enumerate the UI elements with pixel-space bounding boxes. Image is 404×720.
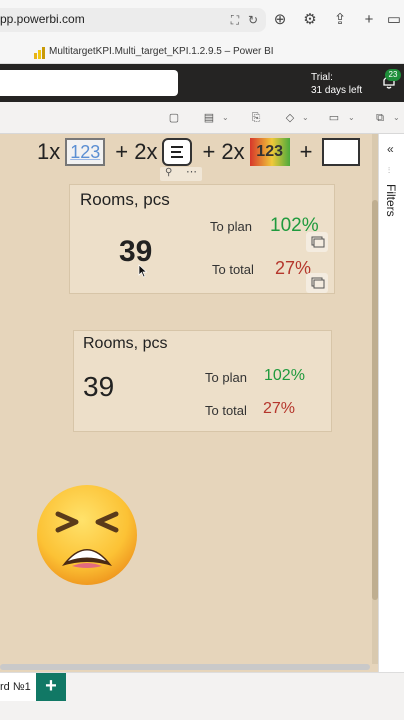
horizontal-scrollbar-thumb[interactable] [0, 664, 370, 670]
card-title: Rooms, pcs [83, 335, 168, 352]
chevron-down-icon[interactable]: ⌄ [302, 111, 310, 125]
to-total-value: 27% [263, 400, 296, 417]
translate-icon[interactable]: ⛶ [227, 12, 243, 28]
trial-label: Trial: [311, 72, 333, 83]
tab-bar: MultitargetKPI.Multi_target_KPI.1.2.9.5 … [0, 42, 404, 64]
card-main-value: 39 [83, 371, 115, 402]
card-title: Rooms, pcs [80, 190, 170, 209]
address-bar[interactable]: pp.powerbi.com ⛶ ↻ [0, 8, 266, 32]
shapes-icon[interactable]: ◇ [283, 111, 297, 125]
formula-term-4: + [299, 139, 313, 164]
settings-icon[interactable]: ⚙ [300, 10, 320, 30]
tab-title[interactable]: MultitargetKPI.Multi_target_KPI.1.2.9.5 … [49, 46, 274, 57]
gradient-visual-icon: 123 [249, 138, 290, 166]
to-plan-label: To plan [210, 219, 252, 234]
formula-term-3: + 2x [202, 139, 245, 164]
to-total-label: To total [205, 403, 247, 418]
new-tab-icon[interactable]: + [359, 10, 379, 30]
add-page-button[interactable]: + [36, 673, 66, 701]
trial-days: 31 days left [311, 85, 363, 96]
report-canvas[interactable]: 1x 123 + 2x + 2x 123 + ⚲ ⋯ Rooms, pcs 39… [0, 134, 372, 664]
formula-term-2: + 2x [115, 139, 158, 164]
filters-pane[interactable]: « ⫶ Filters [378, 134, 404, 672]
layout-icon[interactable]: ⧉ [373, 111, 387, 125]
app-header: Trial: 31 days left 23 [0, 64, 404, 102]
ribbon-toolbar: ▢ ▤ ⌄ ⎘ ◇ ⌄ ▭ ⌄ ⧉ ⌄ [0, 102, 404, 134]
address-text: pp.powerbi.com [0, 12, 85, 26]
comment-icon[interactable]: ▢ [167, 111, 181, 125]
to-plan-label: To plan [205, 370, 247, 385]
notification-badge: 23 [385, 69, 401, 81]
search-box[interactable] [0, 70, 178, 96]
kpi-card-1[interactable]: Rooms, pcs 39 To plan 102% To total 27% [69, 184, 335, 294]
filter-funnel-icon: ⫶ [388, 166, 390, 175]
chevron-down-icon[interactable]: ⌄ [393, 111, 401, 125]
download-icon[interactable]: ⊕ [270, 10, 290, 30]
comment-bubble-icon[interactable] [306, 273, 328, 293]
blank-visual-icon [321, 138, 360, 166]
chevron-down-icon[interactable]: ⌄ [222, 111, 230, 125]
powerbi-favicon-icon [34, 47, 45, 59]
view-icon[interactable]: ▤ [202, 111, 216, 125]
to-total-label: To total [212, 262, 254, 277]
more-options-icon[interactable]: ⋯ [186, 165, 197, 178]
reload-icon[interactable]: ↻ [245, 12, 261, 28]
share-icon[interactable]: ⇪ [330, 10, 350, 30]
tab-overview-icon[interactable]: ▭ [384, 10, 404, 30]
to-plan-value: 102% [264, 367, 305, 384]
comment-bubble-icon[interactable] [306, 232, 328, 252]
mouse-cursor-icon [138, 264, 148, 278]
formula-banner: 1x 123 + 2x + 2x 123 + [37, 137, 360, 167]
number-visual-icon: 123 [65, 138, 106, 166]
trial-status[interactable]: Trial: 31 days left [311, 71, 362, 97]
present-icon[interactable]: ▭ [327, 111, 341, 125]
export-icon[interactable]: ⎘ [249, 111, 263, 125]
page-tab-bar: rd №1 + [0, 672, 404, 720]
kpi-card-2[interactable]: Rooms, pcs 39 To plan 102% To total 27% [73, 330, 332, 432]
browser-toolbar: pp.powerbi.com ⛶ ↻ ⊕ ⚙ ⇪ + ▭ [0, 0, 404, 42]
pin-icon[interactable]: ⚲ [165, 167, 172, 178]
filters-label[interactable]: Filters [384, 184, 398, 217]
formula-term-1: 1x [37, 139, 61, 164]
expand-chevron-icon[interactable]: « [387, 142, 394, 156]
page-tab[interactable]: rd №1 [0, 673, 36, 701]
visual-header-tools: ⚲ ⋯ [160, 165, 202, 181]
tired-face-emoji-icon [37, 485, 137, 585]
text-lines-icon [162, 138, 193, 166]
chevron-down-icon[interactable]: ⌄ [348, 111, 356, 125]
